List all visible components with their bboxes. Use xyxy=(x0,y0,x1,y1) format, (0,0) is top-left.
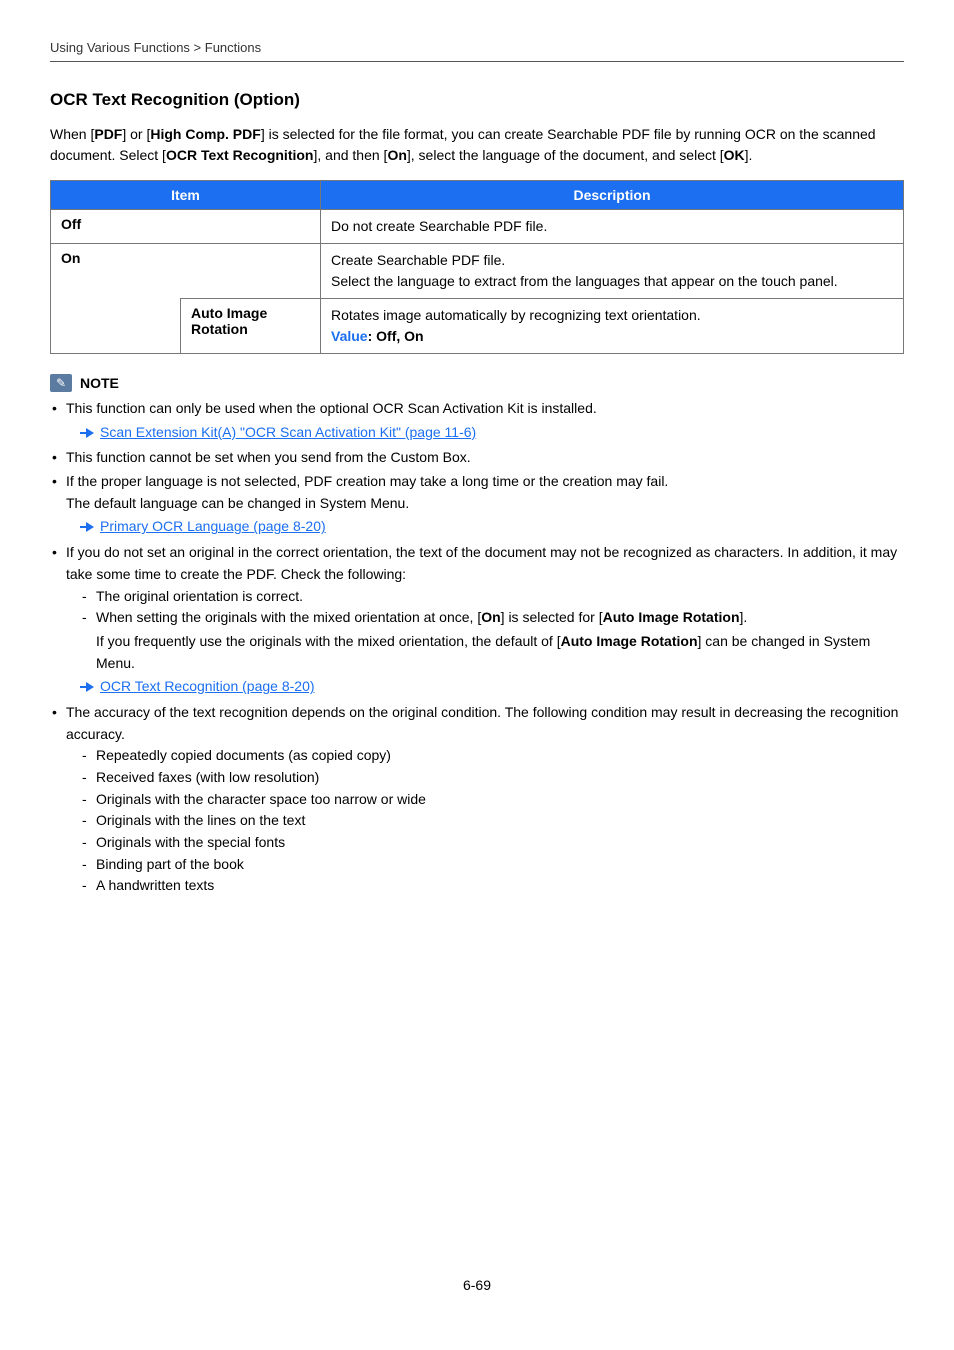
breadcrumb: Using Various Functions > Functions xyxy=(50,40,904,61)
cell-auto-rotation-desc: Rotates image automatically by recognizi… xyxy=(321,299,904,354)
dash-item: The original orientation is correct. xyxy=(82,586,904,608)
th-item: Item xyxy=(51,181,321,210)
note-item: This function can only be used when the … xyxy=(50,398,904,443)
text: When [ xyxy=(50,126,94,142)
th-desc: Description xyxy=(321,181,904,210)
text: ]. xyxy=(745,147,753,163)
arrow-icon xyxy=(86,522,94,532)
arrow-icon xyxy=(86,428,94,438)
text: : Off, On xyxy=(368,328,424,344)
text: High Comp. PDF xyxy=(150,126,260,142)
text: On xyxy=(387,147,406,163)
divider xyxy=(50,61,904,62)
text: OCR Text Recognition xyxy=(166,147,314,163)
cell-on-empty xyxy=(51,299,181,354)
note-item: The accuracy of the text recognition dep… xyxy=(50,702,904,897)
text: If you frequently use the originals with… xyxy=(96,633,561,649)
text: On xyxy=(481,609,500,625)
text: PDF xyxy=(94,126,122,142)
text: The accuracy of the text recognition dep… xyxy=(66,704,898,742)
options-table: Item Description Off Do not create Searc… xyxy=(50,180,904,354)
dash-item: Originals with the lines on the text xyxy=(82,810,904,832)
text: When setting the originals with the mixe… xyxy=(96,609,481,625)
cell-auto-rotation: Auto Image Rotation xyxy=(181,299,321,354)
text: ], select the language of the document, … xyxy=(407,147,724,163)
text: OK xyxy=(724,147,745,163)
cell-off: Off xyxy=(51,210,321,244)
dash-item: Binding part of the book xyxy=(82,854,904,876)
dash-item: A handwritten texts xyxy=(82,875,904,897)
link-primary-ocr-language[interactable]: Primary OCR Language (page 8-20) xyxy=(100,516,326,538)
dash-item: Received faxes (with low resolution) xyxy=(82,767,904,789)
note-header: NOTE xyxy=(50,374,904,392)
text: Create Searchable PDF file. xyxy=(331,252,505,268)
note-icon xyxy=(50,374,72,392)
link-row: OCR Text Recognition (page 8-20) xyxy=(66,676,904,698)
dash-item: Repeatedly copied documents (as copied c… xyxy=(82,745,904,767)
text: ] is selected for [ xyxy=(501,609,603,625)
note-label: NOTE xyxy=(80,375,119,391)
page-number: 6-69 xyxy=(50,1277,904,1293)
text: If the proper language is not selected, … xyxy=(66,473,668,489)
text: ], and then [ xyxy=(313,147,387,163)
dash-item: Originals with the special fonts xyxy=(82,832,904,854)
link-row: Primary OCR Language (page 8-20) xyxy=(66,516,904,538)
link-scan-extension-kit[interactable]: Scan Extension Kit(A) "OCR Scan Activati… xyxy=(100,422,476,444)
note-list: This function can only be used when the … xyxy=(50,398,904,897)
dash-item: When setting the originals with the mixe… xyxy=(82,607,904,674)
dash-item: Originals with the character space too n… xyxy=(82,789,904,811)
text: Select the language to extract from the … xyxy=(331,273,838,289)
value-label: Value xyxy=(331,328,368,344)
cell-on: On xyxy=(51,244,321,299)
text: ] or [ xyxy=(122,126,150,142)
cell-on-desc: Create Searchable PDF file. Select the l… xyxy=(321,244,904,299)
text: ]. xyxy=(740,609,748,625)
text: Rotates image automatically by recognizi… xyxy=(331,307,701,323)
text: This function can only be used when the … xyxy=(66,400,597,416)
link-row: Scan Extension Kit(A) "OCR Scan Activati… xyxy=(66,422,904,444)
arrow-icon xyxy=(86,682,94,692)
note-item: If the proper language is not selected, … xyxy=(50,471,904,538)
text: The default language can be changed in S… xyxy=(66,493,904,515)
link-ocr-text-recognition[interactable]: OCR Text Recognition (page 8-20) xyxy=(100,676,315,698)
intro-paragraph: When [PDF] or [High Comp. PDF] is select… xyxy=(50,124,904,166)
text: Auto Image Rotation xyxy=(561,633,698,649)
cell-off-desc: Do not create Searchable PDF file. xyxy=(321,210,904,244)
note-item: This function cannot be set when you sen… xyxy=(50,447,904,469)
text: If you do not set an original in the cor… xyxy=(66,544,897,582)
text: Auto Image Rotation xyxy=(603,609,740,625)
note-item: If you do not set an original in the cor… xyxy=(50,542,904,698)
section-title: OCR Text Recognition (Option) xyxy=(50,90,904,110)
